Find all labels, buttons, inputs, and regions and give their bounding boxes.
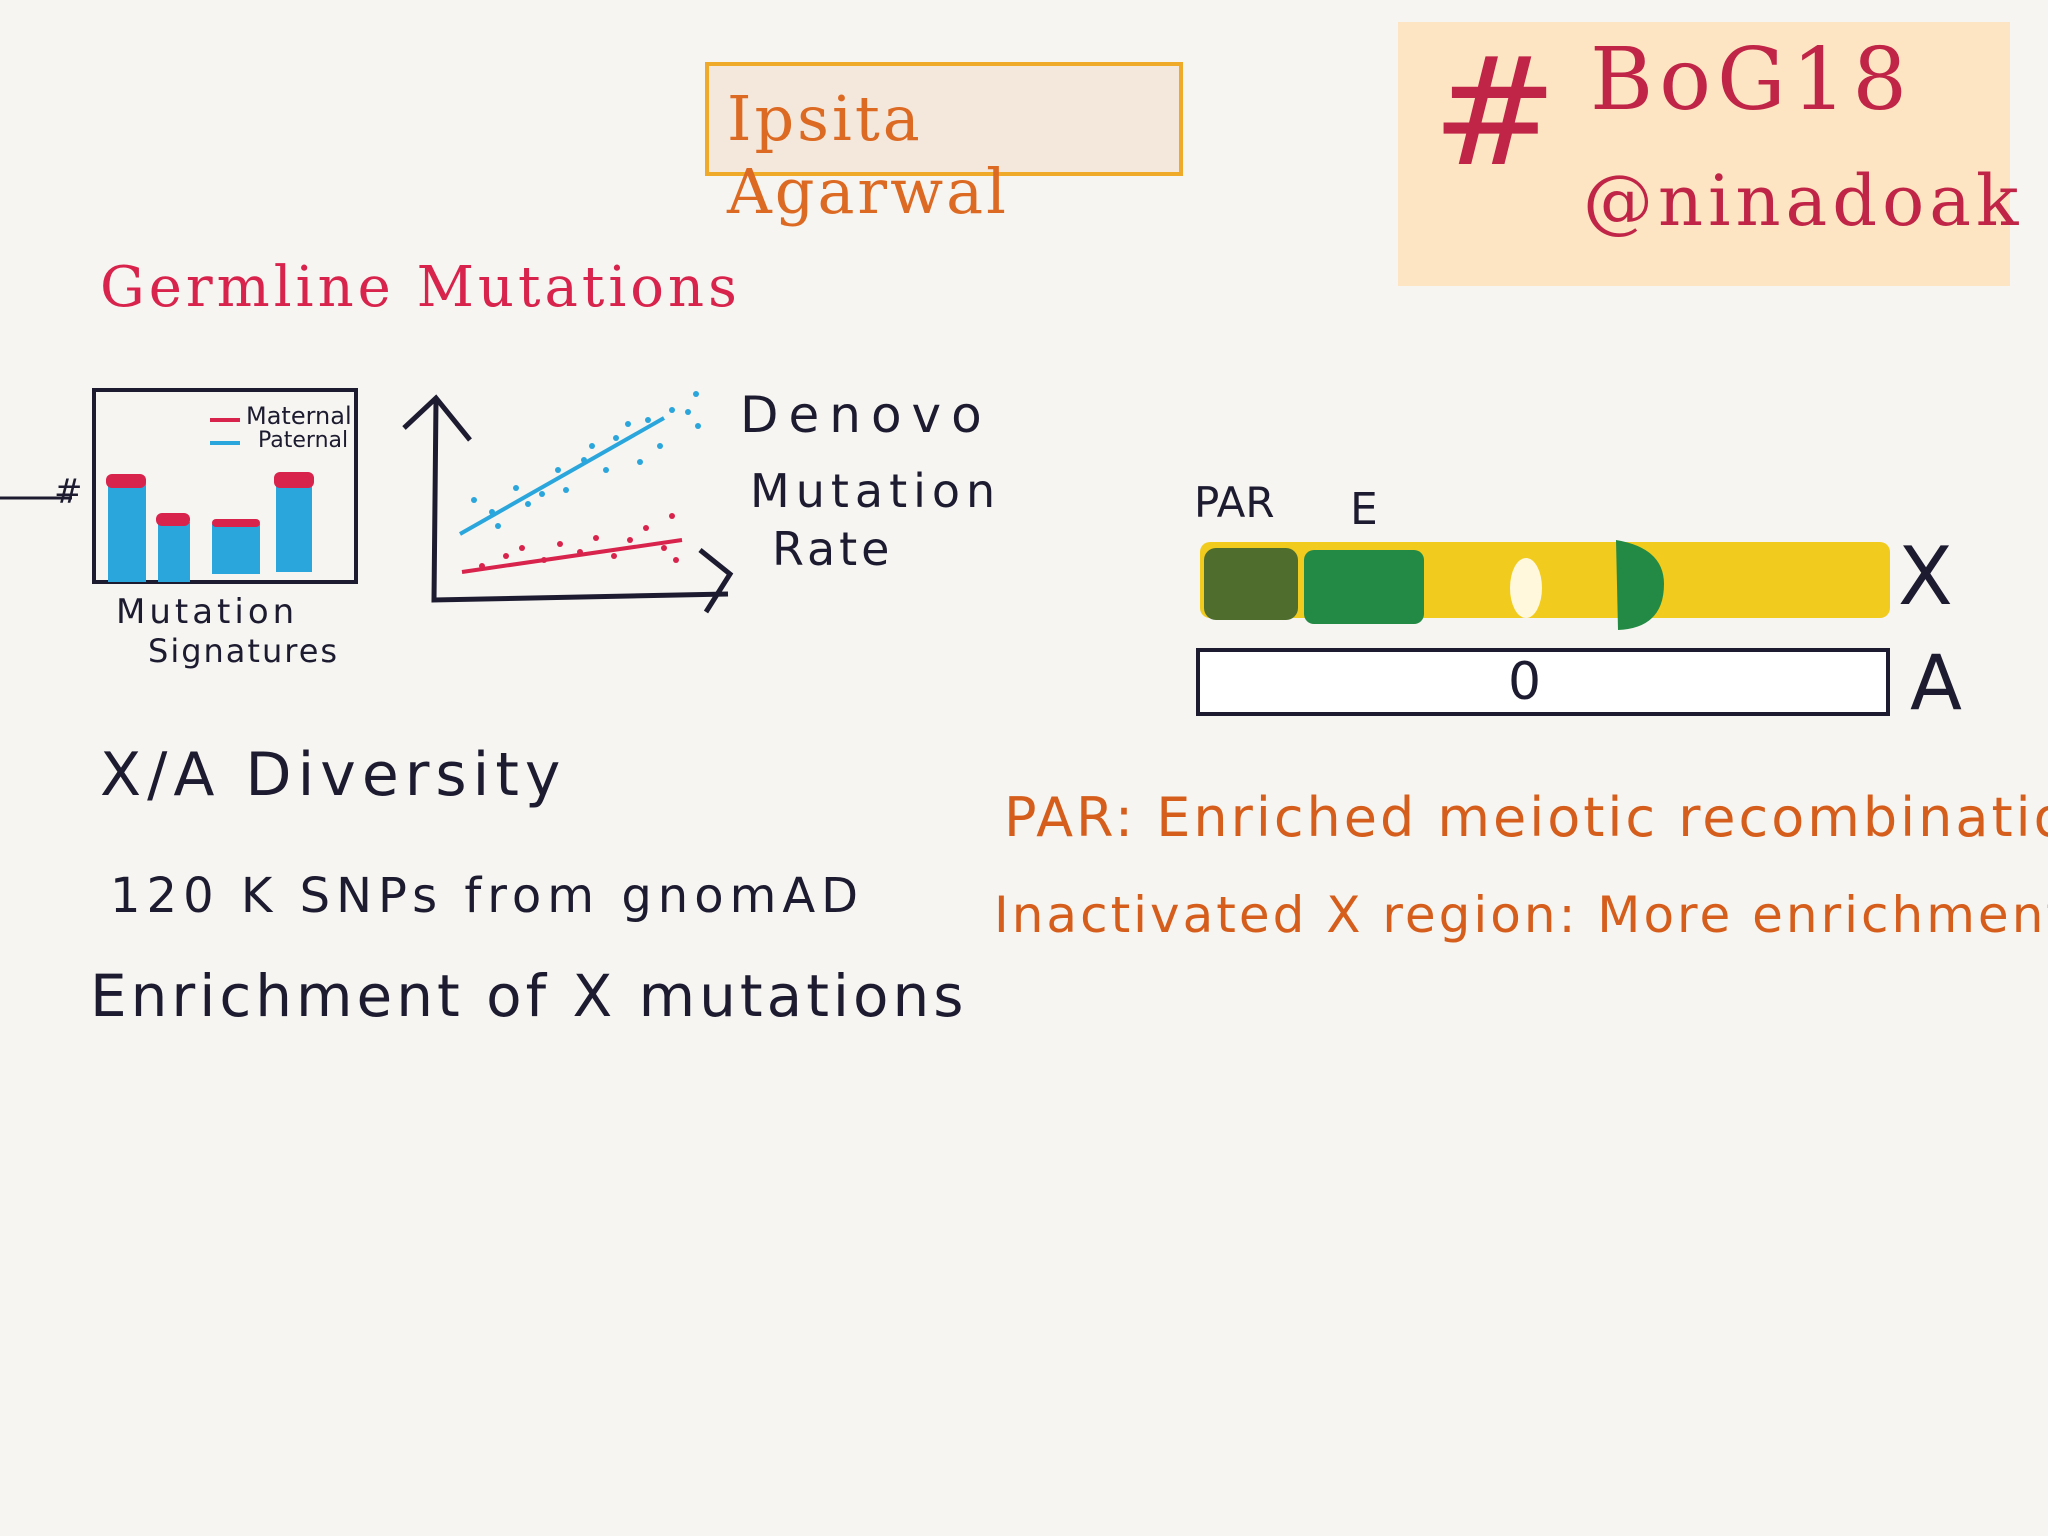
signatures-caption-line1: Mutation — [116, 592, 299, 632]
x-chromosome-bar — [1200, 542, 1890, 618]
signatures-y-label: # — [54, 472, 87, 512]
finding-inactivated-x: Inactivated X region: More enrichment — [994, 886, 2048, 944]
denovo-label-line2: Mutation — [750, 464, 1002, 518]
paternal-bar-3 — [212, 524, 260, 574]
maternal-cap-1 — [106, 474, 146, 488]
note-xa-diversity: X/A Diversity — [100, 740, 567, 810]
denovo-label-line3: Rate — [772, 522, 894, 576]
note-enrichment: Enrichment of X mutations — [90, 962, 968, 1030]
maternal-trend-line — [461, 538, 683, 574]
autosome-marker: 0 — [1508, 652, 1542, 712]
signatures-caption-line2: Signatures — [148, 632, 340, 670]
denovo-rate-sketch — [402, 391, 734, 614]
x-chromosome-label: X — [1898, 530, 1953, 623]
centromere-blob — [1510, 558, 1542, 618]
paternal-bar-2 — [158, 522, 190, 582]
par-region — [1204, 548, 1298, 620]
par-label: PAR — [1194, 478, 1275, 527]
escape-label: E — [1350, 484, 1382, 535]
autosome-bar — [1196, 648, 1890, 716]
paternal-bar-1 — [108, 482, 146, 582]
x-axis-arrow — [698, 548, 734, 614]
maternal-cap-2 — [156, 513, 190, 526]
legend-paternal-label: Paternal — [258, 428, 349, 453]
finding-par: PAR: Enriched meiotic recombination — [1004, 786, 2048, 849]
maternal-cap-4 — [274, 472, 314, 488]
escape-region — [1304, 550, 1424, 624]
paternal-bar-4 — [276, 484, 312, 572]
maternal-points — [479, 513, 679, 569]
paternal-trend-line — [459, 416, 665, 536]
legend-maternal-label: Maternal — [246, 402, 352, 430]
denovo-label-line1: Denovo — [740, 386, 992, 444]
note-snps: 120 K SNPs from gnomAD — [110, 868, 865, 924]
autosome-label: A — [1910, 638, 1962, 727]
chromosome-diagram — [1196, 540, 1890, 716]
maternal-cap-3 — [212, 519, 260, 527]
